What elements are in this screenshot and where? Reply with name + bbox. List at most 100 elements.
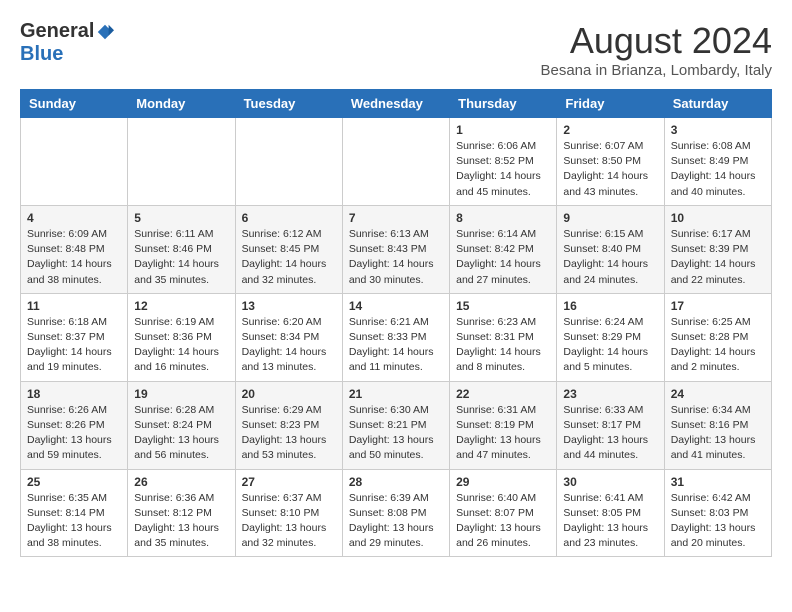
day-number: 24 <box>671 387 765 401</box>
calendar-cell: 28 Sunrise: 6:39 AM Sunset: 8:08 PM Dayli… <box>342 469 449 557</box>
calendar-cell: 16 Sunrise: 6:24 AM Sunset: 8:29 PM Dayli… <box>557 293 664 381</box>
day-info: Sunrise: 6:17 AM Sunset: 8:39 PM Dayligh… <box>671 227 765 288</box>
day-info: Sunrise: 6:06 AM Sunset: 8:52 PM Dayligh… <box>456 139 550 200</box>
week-row-4: 18 Sunrise: 6:26 AM Sunset: 8:26 PM Dayli… <box>21 381 772 469</box>
day-info: Sunrise: 6:09 AM Sunset: 8:48 PM Dayligh… <box>27 227 121 288</box>
day-info: Sunrise: 6:07 AM Sunset: 8:50 PM Dayligh… <box>563 139 657 200</box>
day-info: Sunrise: 6:41 AM Sunset: 8:05 PM Dayligh… <box>563 491 657 552</box>
day-number: 28 <box>349 475 443 489</box>
week-row-2: 4 Sunrise: 6:09 AM Sunset: 8:48 PM Daylig… <box>21 205 772 293</box>
day-info: Sunrise: 6:42 AM Sunset: 8:03 PM Dayligh… <box>671 491 765 552</box>
calendar-cell: 4 Sunrise: 6:09 AM Sunset: 8:48 PM Daylig… <box>21 205 128 293</box>
day-number: 8 <box>456 211 550 225</box>
day-info: Sunrise: 6:11 AM Sunset: 8:46 PM Dayligh… <box>134 227 228 288</box>
calendar-cell: 3Sunrise: 6:08 AM Sunset: 8:49 PM Daylig… <box>664 118 771 206</box>
calendar-cell: 11 Sunrise: 6:18 AM Sunset: 8:37 PM Dayli… <box>21 293 128 381</box>
day-number: 15 <box>456 299 550 313</box>
weekday-header-saturday: Saturday <box>664 90 771 118</box>
day-info: Sunrise: 6:24 AM Sunset: 8:29 PM Dayligh… <box>563 315 657 376</box>
day-info: Sunrise: 6:35 AM Sunset: 8:14 PM Dayligh… <box>27 491 121 552</box>
day-number: 23 <box>563 387 657 401</box>
day-number: 5 <box>134 211 228 225</box>
title-section: August 2024 Besana in Brianza, Lombardy,… <box>540 20 772 79</box>
day-number: 26 <box>134 475 228 489</box>
calendar-cell: 7Sunrise: 6:13 AM Sunset: 8:43 PM Daylig… <box>342 205 449 293</box>
calendar-cell: 19 Sunrise: 6:28 AM Sunset: 8:24 PM Dayli… <box>128 381 235 469</box>
logo: General Blue <box>20 20 114 66</box>
day-info: Sunrise: 6:34 AM Sunset: 8:16 PM Dayligh… <box>671 403 765 464</box>
day-number: 30 <box>563 475 657 489</box>
day-number: 4 <box>27 211 121 225</box>
day-number: 1 <box>456 123 550 137</box>
calendar-cell: 27Sunrise: 6:37 AM Sunset: 8:10 PM Dayli… <box>235 469 342 557</box>
calendar-cell: 1 Sunrise: 6:06 AM Sunset: 8:52 PM Daylig… <box>450 118 557 206</box>
day-info: Sunrise: 6:08 AM Sunset: 8:49 PM Dayligh… <box>671 139 765 200</box>
day-info: Sunrise: 6:21 AM Sunset: 8:33 PM Dayligh… <box>349 315 443 376</box>
day-number: 21 <box>349 387 443 401</box>
day-info: Sunrise: 6:39 AM Sunset: 8:08 PM Dayligh… <box>349 491 443 552</box>
calendar-cell: 22 Sunrise: 6:31 AM Sunset: 8:19 PM Dayli… <box>450 381 557 469</box>
day-number: 22 <box>456 387 550 401</box>
day-info: Sunrise: 6:12 AM Sunset: 8:45 PM Dayligh… <box>242 227 336 288</box>
calendar-cell <box>342 118 449 206</box>
day-number: 17 <box>671 299 765 313</box>
day-info: Sunrise: 6:15 AM Sunset: 8:40 PM Dayligh… <box>563 227 657 288</box>
day-info: Sunrise: 6:25 AM Sunset: 8:28 PM Dayligh… <box>671 315 765 376</box>
day-number: 27 <box>242 475 336 489</box>
calendar-cell: 25 Sunrise: 6:35 AM Sunset: 8:14 PM Dayli… <box>21 469 128 557</box>
calendar-cell: 21Sunrise: 6:30 AM Sunset: 8:21 PM Dayli… <box>342 381 449 469</box>
calendar-cell: 13Sunrise: 6:20 AM Sunset: 8:34 PM Dayli… <box>235 293 342 381</box>
weekday-header-thursday: Thursday <box>450 90 557 118</box>
day-number: 12 <box>134 299 228 313</box>
day-info: Sunrise: 6:14 AM Sunset: 8:42 PM Dayligh… <box>456 227 550 288</box>
calendar-cell <box>21 118 128 206</box>
logo-icon <box>96 23 114 41</box>
calendar-cell: 26 Sunrise: 6:36 AM Sunset: 8:12 PM Dayli… <box>128 469 235 557</box>
location-text: Besana in Brianza, Lombardy, Italy <box>540 62 772 79</box>
day-info: Sunrise: 6:19 AM Sunset: 8:36 PM Dayligh… <box>134 315 228 376</box>
weekday-header-monday: Monday <box>128 90 235 118</box>
weekday-header-tuesday: Tuesday <box>235 90 342 118</box>
calendar-cell: 9 Sunrise: 6:15 AM Sunset: 8:40 PM Daylig… <box>557 205 664 293</box>
day-number: 2 <box>563 123 657 137</box>
day-number: 6 <box>242 211 336 225</box>
day-number: 10 <box>671 211 765 225</box>
page-header: General Blue August 2024 Besana in Brian… <box>20 20 772 79</box>
week-row-3: 11 Sunrise: 6:18 AM Sunset: 8:37 PM Dayli… <box>21 293 772 381</box>
day-number: 16 <box>563 299 657 313</box>
logo-general-text: General <box>20 20 94 43</box>
day-number: 19 <box>134 387 228 401</box>
weekday-header-sunday: Sunday <box>21 90 128 118</box>
calendar-cell <box>128 118 235 206</box>
day-number: 31 <box>671 475 765 489</box>
calendar-cell: 24 Sunrise: 6:34 AM Sunset: 8:16 PM Dayli… <box>664 381 771 469</box>
day-number: 25 <box>27 475 121 489</box>
day-info: Sunrise: 6:29 AM Sunset: 8:23 PM Dayligh… <box>242 403 336 464</box>
calendar-cell: 18 Sunrise: 6:26 AM Sunset: 8:26 PM Dayli… <box>21 381 128 469</box>
day-number: 18 <box>27 387 121 401</box>
weekday-header-row: SundayMondayTuesdayWednesdayThursdayFrid… <box>21 90 772 118</box>
day-info: Sunrise: 6:40 AM Sunset: 8:07 PM Dayligh… <box>456 491 550 552</box>
day-info: Sunrise: 6:18 AM Sunset: 8:37 PM Dayligh… <box>27 315 121 376</box>
day-info: Sunrise: 6:36 AM Sunset: 8:12 PM Dayligh… <box>134 491 228 552</box>
day-info: Sunrise: 6:31 AM Sunset: 8:19 PM Dayligh… <box>456 403 550 464</box>
calendar-cell: 29Sunrise: 6:40 AM Sunset: 8:07 PM Dayli… <box>450 469 557 557</box>
calendar-cell: 23 Sunrise: 6:33 AM Sunset: 8:17 PM Dayli… <box>557 381 664 469</box>
calendar-cell: 31 Sunrise: 6:42 AM Sunset: 8:03 PM Dayli… <box>664 469 771 557</box>
day-info: Sunrise: 6:13 AM Sunset: 8:43 PM Dayligh… <box>349 227 443 288</box>
calendar-cell <box>235 118 342 206</box>
day-number: 11 <box>27 299 121 313</box>
day-info: Sunrise: 6:26 AM Sunset: 8:26 PM Dayligh… <box>27 403 121 464</box>
calendar-cell: 15Sunrise: 6:23 AM Sunset: 8:31 PM Dayli… <box>450 293 557 381</box>
month-title: August 2024 <box>540 20 772 62</box>
calendar-cell: 20Sunrise: 6:29 AM Sunset: 8:23 PM Dayli… <box>235 381 342 469</box>
calendar-table: SundayMondayTuesdayWednesdayThursdayFrid… <box>20 89 772 557</box>
day-info: Sunrise: 6:33 AM Sunset: 8:17 PM Dayligh… <box>563 403 657 464</box>
calendar-cell: 30 Sunrise: 6:41 AM Sunset: 8:05 PM Dayli… <box>557 469 664 557</box>
day-number: 9 <box>563 211 657 225</box>
logo-blue-text: Blue <box>20 43 63 66</box>
calendar-cell: 10 Sunrise: 6:17 AM Sunset: 8:39 PM Dayli… <box>664 205 771 293</box>
day-info: Sunrise: 6:28 AM Sunset: 8:24 PM Dayligh… <box>134 403 228 464</box>
calendar-cell: 6 Sunrise: 6:12 AM Sunset: 8:45 PM Daylig… <box>235 205 342 293</box>
calendar-cell: 2 Sunrise: 6:07 AM Sunset: 8:50 PM Daylig… <box>557 118 664 206</box>
